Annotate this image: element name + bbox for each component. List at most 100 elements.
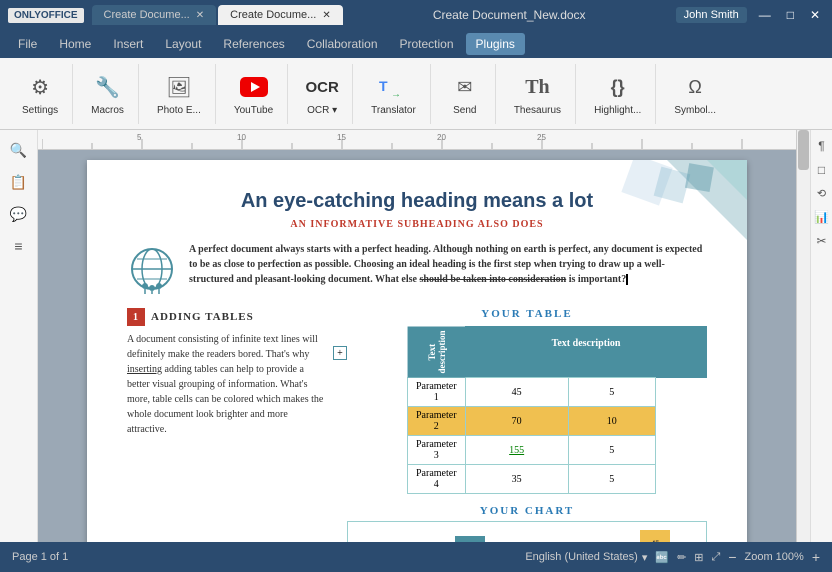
ribbon-group-send: ✉ Send bbox=[435, 64, 496, 124]
macros-icon: 🔧 bbox=[92, 71, 124, 103]
right-sidebar: ¶ □ ⟲ 📊 ✂ bbox=[810, 130, 832, 542]
sidebar-menu-icon[interactable]: ≡ bbox=[5, 232, 33, 260]
rotate-icon[interactable]: ⟲ bbox=[814, 184, 829, 203]
add-row-button[interactable]: + bbox=[333, 346, 347, 360]
settings-button[interactable]: ⚙ Settings bbox=[16, 69, 64, 118]
param-2: Parameter 2 bbox=[408, 407, 466, 436]
table-container: + Textdescription Text description bbox=[347, 326, 707, 494]
ribbon-group-symbol: Ω Symbol... bbox=[660, 64, 730, 124]
language-selector[interactable]: English (United States) ▾ bbox=[525, 551, 647, 564]
menu-file[interactable]: File bbox=[8, 33, 47, 55]
title-bar-right: John Smith — □ ✕ bbox=[676, 7, 824, 23]
val1-2: 70 bbox=[465, 407, 568, 436]
language-label: English (United States) bbox=[525, 551, 638, 563]
menu-bar: File Home Insert Layout References Colla… bbox=[0, 30, 832, 58]
youtube-icon bbox=[238, 71, 270, 103]
intro-section: A perfect document always starts with a … bbox=[127, 242, 707, 294]
param-3: Parameter 3 bbox=[408, 436, 466, 465]
ocr-label: OCR ▾ bbox=[307, 105, 337, 116]
col-param bbox=[465, 362, 568, 378]
adding-tables-section: 1 ADDING TABLES A document consisting of… bbox=[127, 308, 337, 542]
page-info: Page 1 of 1 bbox=[12, 551, 68, 563]
ribbon-group-thesaurus: Th Thesaurus bbox=[500, 64, 576, 124]
spell-check-icon[interactable]: 🔤 bbox=[655, 551, 669, 564]
layout-icon[interactable]: □ bbox=[815, 160, 828, 180]
section-title: 1 ADDING TABLES bbox=[127, 308, 337, 326]
tab-2-label: Create Docume... bbox=[230, 9, 316, 21]
thesaurus-button[interactable]: Th Thesaurus bbox=[508, 69, 567, 118]
vertical-scrollbar[interactable] bbox=[796, 130, 810, 542]
sidebar-search-icon[interactable]: 🔍 bbox=[5, 136, 33, 164]
svg-text:5: 5 bbox=[137, 133, 142, 142]
highlight-button[interactable]: {} Highlight... bbox=[588, 69, 647, 118]
tab-1-label: Create Docume... bbox=[104, 9, 190, 21]
table-header: Text description bbox=[465, 326, 707, 362]
user-button[interactable]: John Smith bbox=[676, 7, 747, 23]
your-chart-title: YOUR CHART bbox=[347, 505, 707, 517]
menu-protection[interactable]: Protection bbox=[390, 33, 464, 55]
edit-icon[interactable]: ✏ bbox=[677, 551, 686, 564]
pilcrow-icon[interactable]: ¶ bbox=[815, 136, 827, 156]
chart-icon[interactable]: 📊 bbox=[811, 207, 832, 227]
document-decoration bbox=[547, 160, 747, 240]
rotate-header: Textdescription bbox=[408, 326, 466, 378]
zoom-out-button[interactable]: − bbox=[728, 549, 736, 565]
menu-collaboration[interactable]: Collaboration bbox=[297, 33, 388, 55]
minimize-button[interactable]: — bbox=[755, 8, 775, 22]
param-4: Parameter 4 bbox=[408, 465, 466, 494]
ocr-icon: OCR bbox=[306, 71, 338, 103]
chart-bar-45: 45 bbox=[640, 530, 670, 542]
send-icon: ✉ bbox=[449, 71, 481, 103]
ribbon-group-settings: ⚙ Settings bbox=[8, 64, 73, 124]
menu-home[interactable]: Home bbox=[49, 33, 101, 55]
photo-editor-icon: 🖼 bbox=[163, 71, 195, 103]
chart-area: 35 45 bbox=[347, 521, 707, 542]
title-bar-left: ONLYOFFICE Create Docume... ✕ Create Doc… bbox=[8, 5, 343, 25]
tab-2-close[interactable]: ✕ bbox=[322, 10, 330, 21]
title-bar: ONLYOFFICE Create Docume... ✕ Create Doc… bbox=[0, 0, 832, 30]
sidebar-clipboard-icon[interactable]: 📋 bbox=[5, 168, 33, 196]
tab-bar: Create Docume... ✕ Create Docume... ✕ bbox=[92, 5, 343, 25]
fit-page-icon[interactable]: ⤢ bbox=[712, 551, 721, 564]
your-table-title: YOUR TABLE bbox=[347, 308, 707, 320]
ocr-button[interactable]: OCR OCR ▾ bbox=[300, 69, 344, 118]
thesaurus-label: Thesaurus bbox=[514, 105, 561, 116]
photo-editor-button[interactable]: 🖼 Photo E... bbox=[151, 69, 207, 118]
scrollbar-thumb[interactable] bbox=[798, 130, 809, 170]
svg-text:T: T bbox=[379, 78, 388, 94]
zoom-in-button[interactable]: + bbox=[812, 549, 820, 565]
ribbon-group-photo: 🖼 Photo E... bbox=[143, 64, 216, 124]
tab-1[interactable]: Create Docume... ✕ bbox=[92, 5, 217, 25]
val1-3: 155 bbox=[465, 436, 568, 465]
symbol-button[interactable]: Ω Symbol... bbox=[668, 69, 722, 118]
menu-insert[interactable]: Insert bbox=[103, 33, 153, 55]
svg-text:→: → bbox=[391, 89, 401, 100]
translator-button[interactable]: T → Translator bbox=[365, 69, 422, 118]
tab-2[interactable]: Create Docume... ✕ bbox=[218, 5, 343, 25]
symbol-label: Symbol... bbox=[674, 105, 716, 116]
app-logo: ONLYOFFICE bbox=[8, 8, 84, 23]
scissors-icon[interactable]: ✂ bbox=[813, 231, 829, 251]
menu-plugins[interactable]: Plugins bbox=[466, 33, 525, 55]
tab-1-close[interactable]: ✕ bbox=[196, 10, 204, 21]
val2-2: 10 bbox=[568, 407, 655, 436]
maximize-button[interactable]: □ bbox=[783, 8, 798, 22]
data-table: Textdescription Text description bbox=[407, 326, 707, 494]
ribbon-group-youtube: YouTube bbox=[220, 64, 288, 124]
ruler: 5 10 15 20 25 bbox=[38, 130, 796, 150]
menu-layout[interactable]: Layout bbox=[155, 33, 211, 55]
macros-button[interactable]: 🔧 Macros bbox=[85, 69, 130, 118]
send-button[interactable]: ✉ Send bbox=[443, 69, 487, 118]
document-title: Create Document_New.docx bbox=[433, 8, 586, 22]
view-icon[interactable]: ⊞ bbox=[694, 551, 703, 564]
left-sidebar: 🔍 📋 💬 ≡ bbox=[0, 130, 38, 542]
document[interactable]: An eye-catching heading means a lot AN I… bbox=[87, 160, 747, 542]
highlight-label: Highlight... bbox=[594, 105, 641, 116]
table-row: Parameter 1 45 5 bbox=[408, 378, 708, 407]
youtube-button[interactable]: YouTube bbox=[228, 69, 279, 118]
sidebar-comment-icon[interactable]: 💬 bbox=[5, 200, 33, 228]
ribbon-group-translator: T → Translator bbox=[357, 64, 431, 124]
symbol-icon: Ω bbox=[679, 71, 711, 103]
close-button[interactable]: ✕ bbox=[806, 8, 824, 22]
menu-references[interactable]: References bbox=[213, 33, 294, 55]
